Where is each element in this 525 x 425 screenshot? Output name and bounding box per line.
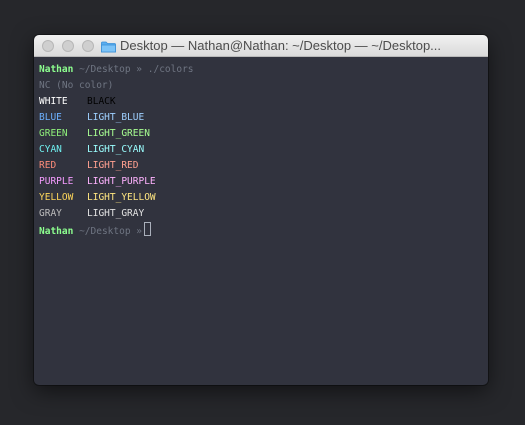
desktop-background: Desktop — Nathan@Nathan: ~/Desktop — ~/D… — [0, 0, 525, 425]
color-name-right: LIGHT_YELLOW — [87, 192, 156, 203]
color-name-right: LIGHT_BLUE — [87, 112, 145, 123]
current-prompt-user: Nathan — [39, 226, 74, 237]
color-name-right: LIGHT_CYAN — [87, 144, 145, 155]
color-name-left: RED — [39, 160, 57, 171]
color-name-right: BLACK — [87, 96, 116, 107]
color-row: GRAY LIGHT_GRAY — [39, 206, 483, 222]
prompt-path: ~/Desktop — [79, 64, 131, 75]
prompt-symbol: » — [136, 64, 143, 75]
close-window-button[interactable] — [42, 40, 54, 52]
color-name-left: GREEN — [39, 128, 68, 139]
prompt-line: Nathan ~/Desktop » ./colors — [39, 62, 483, 78]
color-row: GREEN LIGHT_GREEN — [39, 126, 483, 142]
nc-line: NC (No color) — [39, 78, 483, 94]
color-name-left: YELLOW — [39, 192, 74, 203]
current-prompt-symbol: » — [136, 226, 143, 237]
command-text: ./colors — [147, 64, 194, 75]
window-title: Desktop — Nathan@Nathan: ~/Desktop — ~/D… — [120, 38, 442, 53]
color-row: WHITE BLACK — [39, 94, 483, 110]
color-name-left: BLUE — [39, 112, 62, 123]
color-name-left: GRAY — [39, 208, 62, 219]
color-row: BLUE LIGHT_BLUE — [39, 110, 483, 126]
nc-text: NC (No color) — [39, 80, 114, 91]
color-name-left: CYAN — [39, 144, 62, 155]
title-bar[interactable]: Desktop — Nathan@Nathan: ~/Desktop — ~/D… — [34, 35, 488, 57]
color-name-right: LIGHT_PURPLE — [87, 176, 156, 187]
color-row: YELLOW LIGHT_YELLOW — [39, 190, 483, 206]
zoom-window-button[interactable] — [82, 40, 94, 52]
color-name-left: PURPLE — [39, 176, 74, 187]
minimize-window-button[interactable] — [62, 40, 74, 52]
prompt-user: Nathan — [39, 64, 74, 75]
color-name-right: LIGHT_GRAY — [87, 208, 145, 219]
terminal-window[interactable]: Desktop — Nathan@Nathan: ~/Desktop — ~/D… — [34, 35, 488, 385]
terminal-output[interactable]: Nathan ~/Desktop » ./colors NC (No color… — [39, 62, 483, 238]
folder-icon — [101, 40, 116, 53]
color-row: RED LIGHT_RED — [39, 158, 483, 174]
color-row: CYAN LIGHT_CYAN — [39, 142, 483, 158]
color-name-right: LIGHT_RED — [87, 160, 139, 171]
terminal-cursor — [144, 222, 152, 236]
color-name-right: LIGHT_GREEN — [87, 128, 150, 139]
current-prompt-line: Nathan ~/Desktop » — [39, 222, 483, 238]
current-prompt-path: ~/Desktop — [79, 226, 131, 237]
color-row: PURPLE LIGHT_PURPLE — [39, 174, 483, 190]
color-name-left: WHITE — [39, 96, 68, 107]
